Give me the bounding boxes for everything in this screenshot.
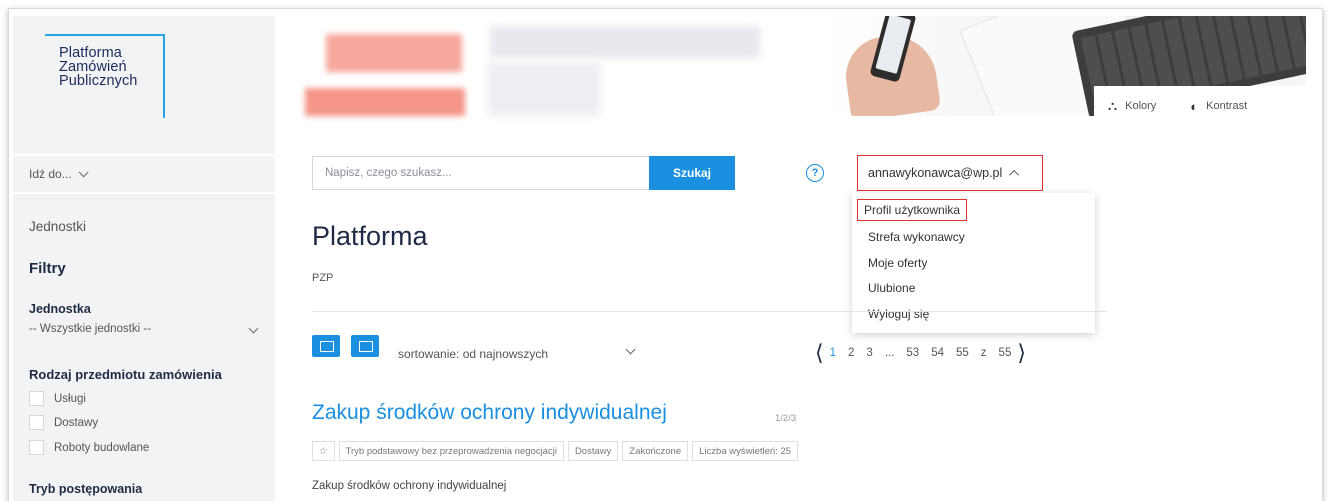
star-icon[interactable]: ☆ [312, 441, 335, 461]
logo-line-3: Publicznych [59, 73, 138, 89]
blurred-header-block [490, 26, 760, 58]
goto-dropdown[interactable]: Idź do... [13, 154, 275, 194]
sidebar: Platforma Zamówień Publicznych Idź do...… [13, 16, 275, 501]
contrast-label: Kontrast [1206, 100, 1248, 112]
goto-label: Idź do... [29, 167, 72, 181]
unit-select[interactable]: -- Wszystkie jednostki -- [29, 323, 261, 335]
checkbox-roboty[interactable]: Roboty budowlane [29, 440, 149, 455]
page-subtitle: PZP [312, 272, 334, 284]
chevron-up-icon [1009, 169, 1020, 180]
contrast-icon: ◐ [1190, 98, 1199, 114]
divider [312, 311, 1107, 312]
logo-area: Platforma Zamówień Publicznych [13, 16, 275, 144]
units-link[interactable]: Jednostki [29, 219, 86, 234]
menu-item-profile[interactable]: Profil użytkownika [857, 199, 968, 221]
sidebar-heading-cut: Tryb postępowania [29, 482, 143, 496]
checkbox-label: Usługi [54, 392, 86, 405]
menu-item-favorites[interactable]: Ulubione [868, 281, 915, 295]
result-number: 1/2/3 [775, 413, 797, 424]
checkbox-box[interactable] [29, 391, 44, 406]
page-title: Platforma [312, 221, 428, 251]
chevron-down-icon [248, 323, 259, 334]
pagination: ⟨ 1 2 3 ... 53 54 55 z 55 ⟩ [815, 342, 1026, 364]
page-link[interactable]: 53 [906, 347, 919, 359]
chevron-down-icon [78, 166, 89, 177]
result-description: Zakup środków ochrony indywidualnej [312, 480, 507, 492]
filters-heading: Filtry [29, 260, 66, 277]
tag-status: Zakończone [622, 441, 689, 461]
blurred-header-block [488, 62, 600, 116]
logo-line-1: Platforma [59, 45, 122, 61]
menu-item-contractor-zone[interactable]: Strefa wykonawcy [868, 230, 965, 244]
menu-item-logout[interactable]: Wyloguj się [868, 307, 929, 321]
checkbox-label: Roboty budowlane [54, 441, 150, 454]
search-input[interactable] [312, 156, 650, 190]
page-link[interactable]: 2 [848, 347, 854, 359]
tag-views: Liczba wyświetleń: 25 [692, 441, 799, 461]
menu-item-my-offers[interactable]: Moje oferty [868, 256, 927, 270]
accessibility-tools: ⛬ Kolory ◐ Kontrast [1094, 86, 1306, 126]
palette-icon: ⛬ [1108, 98, 1118, 113]
chevron-left-icon[interactable]: ⟨ [815, 342, 824, 364]
logo[interactable]: Platforma Zamówień Publicznych [45, 34, 171, 134]
order-type-heading: Rodzaj przedmiotu zamówienia [29, 367, 222, 382]
checkbox-box[interactable] [29, 440, 44, 455]
blurred-header-block [305, 88, 465, 116]
colors-button[interactable]: ⛬ Kolory [1108, 98, 1156, 114]
contrast-button[interactable]: ◐ Kontrast [1190, 99, 1247, 114]
checkbox-box[interactable] [29, 415, 44, 430]
logo-text: Platforma Zamówień Publicznych [59, 45, 138, 89]
help-icon[interactable]: ? [806, 164, 824, 182]
user-menu: Profil użytkownika Strefa wykonawcy Moje… [852, 193, 1095, 333]
search-button[interactable]: Szukaj [649, 156, 735, 190]
page-link[interactable]: 55 [999, 347, 1012, 359]
tile-view-button[interactable] [351, 335, 379, 357]
logo-line-2: Zamówień [59, 59, 127, 75]
page-link[interactable]: 55 [956, 347, 969, 359]
result-title[interactable]: Zakup środków ochrony indywidualnej [312, 401, 667, 425]
result-tags: ☆ Tryb podstawowy bez przeprowadzenia ne… [312, 441, 802, 461]
checkbox-label: Dostawy [54, 416, 99, 429]
chevron-right-icon[interactable]: ⟩ [1017, 342, 1026, 364]
user-email: annawykonawca@wp.pl [868, 166, 1003, 180]
tag-type: Dostawy [567, 441, 619, 461]
page-link[interactable]: 1 [830, 347, 836, 359]
page-link[interactable]: 54 [931, 347, 944, 359]
checkbox-dostawy[interactable]: Dostawy [29, 415, 98, 430]
tag-procedure: Tryb podstawowy bez przeprowadzenia nego… [338, 441, 564, 461]
colors-label: Kolory [1125, 100, 1157, 112]
unit-heading: Jednostka [29, 302, 91, 316]
list-view-button[interactable] [312, 335, 340, 357]
unit-select-value: -- Wszystkie jednostki -- [29, 323, 152, 335]
page-link[interactable]: 3 [866, 347, 872, 359]
page-ellipsis: ... [884, 347, 895, 359]
blurred-header-block [326, 34, 462, 72]
page-of-label: z [980, 347, 987, 359]
checkbox-uslugi[interactable]: Usługi [29, 391, 86, 406]
sort-label[interactable]: sortowanie: od najnowszych [398, 347, 548, 361]
user-menu-button[interactable]: annawykonawca@wp.pl [857, 155, 1043, 191]
